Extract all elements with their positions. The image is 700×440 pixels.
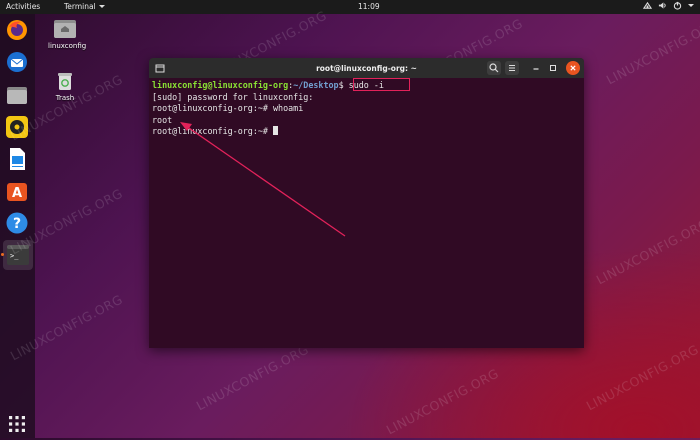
top-bar: Activities Terminal 11:09 (0, 0, 700, 14)
trash-icon (58, 73, 72, 90)
dock: A ? >_ (0, 14, 35, 438)
svg-text:?: ? (13, 216, 21, 232)
terminal-window[interactable]: root@linuxconfig-org: ~ linuxconfig@linu… (149, 58, 584, 348)
app-menu[interactable]: Terminal (64, 2, 105, 11)
writer-icon[interactable] (5, 147, 29, 171)
running-indicator (1, 253, 4, 256)
minimize-button[interactable] (529, 61, 543, 75)
grid-icon[interactable] (5, 412, 29, 436)
prompt-path: ~/Desktop (293, 80, 339, 90)
watermark: LINUXCONFIG.ORG (383, 365, 502, 438)
maximize-icon (550, 65, 556, 71)
close-button[interactable] (566, 61, 580, 75)
network-icon (643, 1, 652, 9)
software-icon[interactable]: A (5, 179, 29, 203)
watermark: LINUXCONFIG.ORG (603, 15, 700, 88)
desktop-home-icon[interactable]: linuxconfig (48, 18, 87, 50)
volume-icon (658, 2, 666, 9)
hamburger-menu-button[interactable] (505, 61, 519, 75)
clock[interactable]: 11:09 (358, 2, 380, 11)
maximize-button[interactable] (546, 61, 560, 75)
close-icon (570, 65, 576, 71)
power-icon (673, 1, 682, 10)
help-icon[interactable]: ? (5, 211, 29, 235)
chevron-down-icon (688, 4, 694, 7)
watermark: LINUXCONFIG.ORG (593, 215, 700, 288)
terminal-header-bar[interactable]: root@linuxconfig-org: ~ (149, 58, 584, 78)
root-prompt: root@linuxconfig-org:~# (152, 126, 274, 136)
files-icon[interactable] (5, 83, 29, 107)
terminal-line-2: [sudo] password for linuxconfig: (152, 91, 314, 102)
prompt-user: linuxconfig@linuxconfig-org (152, 80, 289, 90)
system-tray[interactable] (643, 1, 694, 10)
minimize-icon (533, 68, 539, 70)
command-highlight-box (353, 78, 410, 91)
svg-text:A: A (12, 186, 22, 201)
watermark: LINUXCONFIG.ORG (583, 341, 700, 414)
firefox-icon[interactable] (5, 18, 29, 42)
terminal-line-5: root@linuxconfig-org:~# (152, 126, 581, 138)
hamburger-icon (509, 65, 515, 71)
watermark: LINUXCONFIG.ORG (193, 341, 312, 414)
cursor (273, 126, 279, 135)
home-label: linuxconfig (48, 42, 87, 50)
app-menu-label: Terminal (64, 2, 96, 11)
search-button[interactable] (487, 61, 501, 75)
chevron-down-icon (98, 5, 105, 8)
terminal-line-3: root@linuxconfig-org:~# whoami (152, 103, 304, 113)
prompt-symbol: $ (338, 80, 349, 90)
activities-button[interactable]: Activities (6, 2, 40, 11)
home-folder-icon (54, 20, 76, 38)
terminal-line-4: root (152, 114, 173, 125)
search-icon (489, 63, 499, 73)
thunderbird-icon[interactable] (5, 50, 29, 74)
